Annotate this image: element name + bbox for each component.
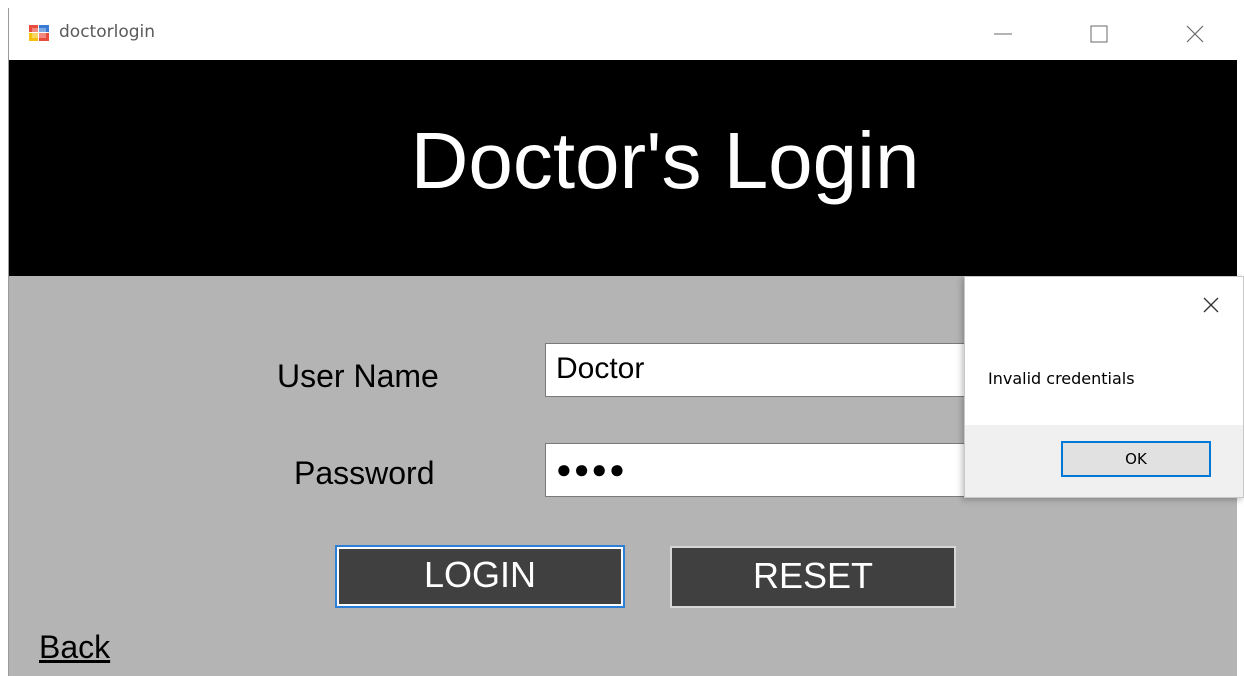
close-icon xyxy=(1186,25,1204,43)
reset-button[interactable]: RESET xyxy=(670,546,956,608)
message-box: Invalid credentials OK xyxy=(964,276,1244,498)
message-text: Invalid credentials xyxy=(988,369,1135,388)
minimize-icon xyxy=(994,33,1012,35)
minimize-button[interactable] xyxy=(971,8,1035,60)
close-icon[interactable] xyxy=(1199,293,1223,317)
username-label: User Name xyxy=(277,358,439,394)
login-button[interactable]: LOGIN xyxy=(335,545,625,608)
title-bar[interactable]: doctorlogin xyxy=(9,8,1237,60)
app-icon xyxy=(29,25,49,41)
message-footer: OK xyxy=(965,425,1243,497)
password-field[interactable]: ●●●● xyxy=(545,443,985,497)
username-field[interactable]: Doctor xyxy=(545,343,985,397)
header-banner: Doctor's Login xyxy=(9,60,1237,276)
maximize-button[interactable] xyxy=(1067,8,1131,60)
close-button[interactable] xyxy=(1163,8,1227,60)
password-label: Password xyxy=(294,455,435,491)
page-title: Doctor's Login xyxy=(410,116,920,205)
back-link[interactable]: Back xyxy=(39,629,110,666)
window-title: doctorlogin xyxy=(59,22,156,42)
maximize-icon xyxy=(1090,25,1108,43)
ok-button[interactable]: OK xyxy=(1061,441,1211,477)
